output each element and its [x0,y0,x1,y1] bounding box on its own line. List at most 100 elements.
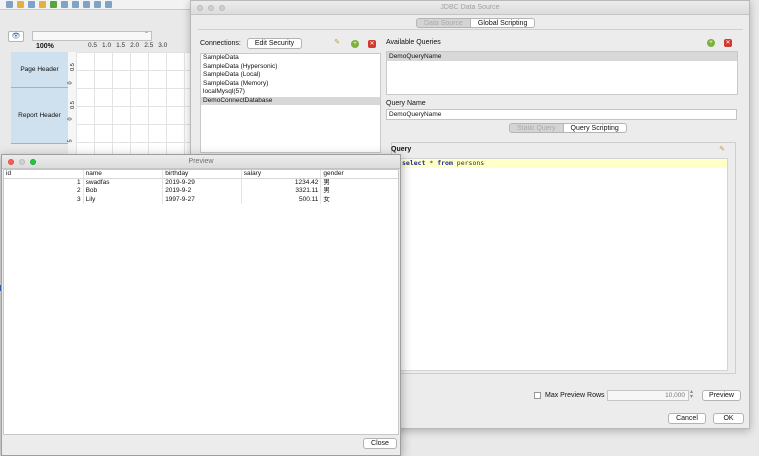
preview-table: id name birthday salary gender 1 swadfas… [3,169,399,435]
query-item-selected[interactable]: DemoQueryName [387,52,737,61]
jdbc-main-tabs: Data Source Global Scripting [416,18,536,28]
available-queries-label: Available Queries [386,39,441,46]
rows-stepper-icon[interactable]: ▴ ▾ [690,389,693,400]
cell-id: 1 [4,178,84,187]
sql-star: * [425,159,438,167]
query-editor[interactable]: select * from persons [398,158,728,371]
column-header[interactable]: salary [242,170,322,178]
report-canvas[interactable] [76,52,190,156]
band-report-header[interactable]: Report Header [11,88,68,144]
band-label: Report Header [18,112,61,119]
max-preview-rows-input[interactable]: 10,000 [607,390,689,401]
cell-id: 2 [4,187,84,196]
add-query-icon[interactable]: + [707,39,715,47]
vruler-tick: 0.5 [69,101,76,109]
preview-window-title: Preview [188,158,214,165]
connection-item[interactable]: SampleData (Memory) [201,80,380,89]
connection-item-selected[interactable]: DemoConnectDatabase [201,96,380,105]
cell-salary: 1234.42 [242,178,322,187]
available-queries-list: DemoQueryName [386,51,738,95]
query-name-label: Query Name [386,100,426,107]
font-combo[interactable] [32,31,152,41]
connection-item[interactable]: SampleData (Hypersonic) [201,63,380,72]
vruler-tick: 0 [67,117,74,121]
connections-list: SampleData SampleData (Hypersonic) Sampl… [200,53,381,153]
table-row[interactable]: 1 swadfas 2019-9-29 1234.42 男 [4,178,398,187]
table-row[interactable]: 3 Lily 1997-9-27 500.11 女 [4,195,398,204]
ruler-tick: 2.0 [130,42,140,49]
ruler-tick: 0.5 [88,42,98,49]
max-preview-rows: Max Preview Rows [534,392,605,399]
cell-gender: 女 [323,195,330,203]
query-name-input[interactable]: DemoQueryName [386,109,737,120]
connections-label: Connections: [200,40,241,47]
vruler-tick: 5 [67,139,74,143]
cell-gender: 男 [323,178,330,186]
query-line[interactable]: select * from persons [399,159,727,168]
preview-button[interactable]: Preview [702,390,741,401]
ruler-tick: 3.0 [158,42,168,49]
query-tabs: Static Query Query Scripting [509,123,627,133]
ruler-tick: 2.5 [144,42,154,49]
paste-icon[interactable] [105,1,112,8]
tab-global-scripting[interactable]: Global Scripting [469,18,536,28]
connection-item[interactable]: SampleData (Local) [201,71,380,80]
ok-button[interactable]: OK [713,413,744,424]
band-page-header[interactable]: Page Header [11,52,68,88]
close-button[interactable]: Close [363,438,397,449]
vruler-tick: 0.5 [69,63,76,71]
designer-view-row: 👁 [8,30,190,42]
cell-name: Lily [84,195,164,204]
new-file-icon[interactable] [6,1,13,8]
tab-query-scripting[interactable]: Query Scripting [562,123,627,133]
undo-icon[interactable] [61,1,68,8]
tab-static-query[interactable]: Static Query [509,123,563,133]
horizontal-ruler: 0.5 1.0 1.5 2.0 2.5 3.0 [78,42,190,51]
cell-salary: 500.11 [242,195,322,204]
save-icon[interactable] [28,1,35,8]
cancel-button[interactable]: Cancel [668,413,706,424]
ruler-tick: 1.5 [116,42,126,49]
column-header[interactable]: name [84,170,164,178]
open-folder-icon[interactable] [17,1,24,8]
add-connection-icon[interactable]: + [351,40,359,48]
edit-query-pencil-icon[interactable]: ✎ [718,146,726,154]
tab-data-source[interactable]: Data Source [416,18,470,28]
jdbc-window-title: JDBC Data Source [440,4,500,11]
max-preview-rows-label: Max Preview Rows [545,392,605,399]
connection-item[interactable]: localMysql(57) [201,88,380,97]
jdbc-titlebar: JDBC Data Source [191,1,749,15]
sql-table: persons [452,159,485,167]
column-header[interactable]: gender [321,170,398,178]
redo-icon[interactable] [72,1,79,8]
zoom-level: 100% [36,43,54,50]
connection-item[interactable]: SampleData [201,54,380,63]
table-header-row: id name birthday salary gender [4,170,398,179]
copy-icon[interactable] [94,1,101,8]
preview-window: Preview id name birthday salary gender 1… [1,154,401,456]
designer-toolbar [0,0,195,10]
cut-icon[interactable] [83,1,90,8]
edit-connection-pencil-icon[interactable]: ✎ [333,39,341,47]
column-header[interactable]: birthday [163,170,242,178]
max-preview-rows-checkbox[interactable] [534,392,541,399]
sql-keyword: select [402,159,426,167]
preview-titlebar: Preview [2,155,400,169]
band-column: Page Header Report Header [11,52,68,156]
cell-id: 3 [4,195,84,204]
cell-salary: 3321.11 [242,187,322,196]
run-icon[interactable] [50,1,57,8]
vertical-ruler: 0.5 0 0.5 0 5 [68,52,76,156]
cell-gender: 男 [323,187,330,194]
delete-query-icon[interactable]: ✕ [724,39,732,47]
query-label: Query [391,146,412,153]
publish-icon[interactable] [39,1,46,8]
delete-connection-icon[interactable]: ✕ [368,40,376,48]
table-row[interactable]: 2 Bob 2019-9-2 3321.11 男 [4,187,398,196]
cell-birthday: 1997-9-27 [163,195,242,204]
column-header[interactable]: id [4,170,84,178]
ruler-tick: 1.0 [102,42,112,49]
eye-icon[interactable]: 👁 [8,30,24,42]
edit-security-button[interactable]: Edit Security [247,38,302,49]
band-label: Page Header [20,66,59,73]
